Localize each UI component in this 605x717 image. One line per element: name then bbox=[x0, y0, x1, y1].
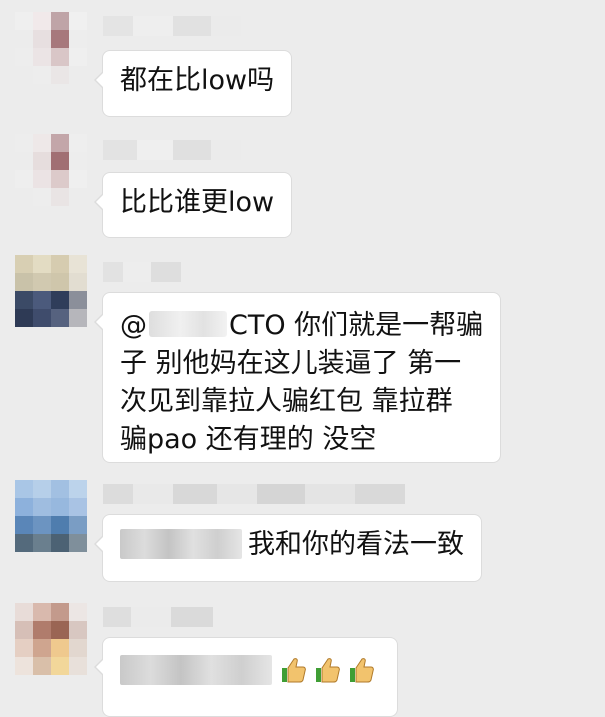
avatar[interactable] bbox=[15, 134, 87, 206]
message-line: 子 别他妈在这儿装逼了 第一 bbox=[120, 348, 462, 379]
avatar[interactable] bbox=[15, 12, 87, 84]
message-text: 都在比low吗 bbox=[120, 65, 275, 96]
sender-name bbox=[103, 16, 241, 36]
message-line: @ CTO 你们就是一帮骗 bbox=[120, 310, 484, 341]
sender-name bbox=[103, 484, 405, 504]
avatar[interactable] bbox=[15, 480, 87, 552]
thumbs-up-icon bbox=[316, 658, 340, 683]
message-bubble[interactable]: 比比谁更low bbox=[93, 172, 293, 238]
quoted-username bbox=[120, 655, 272, 685]
message-bubble[interactable]: 都在比low吗 bbox=[93, 50, 293, 117]
message-text: 比比谁更low bbox=[120, 187, 275, 218]
avatar[interactable] bbox=[15, 255, 87, 327]
message-line: 次见到靠拉人骗红包 靠拉群 bbox=[120, 386, 453, 417]
message-bubble[interactable]: 我和你的看法一致 bbox=[94, 514, 482, 582]
message-line: 骗pao 还有理的 没空 bbox=[120, 424, 377, 455]
message-bubble[interactable] bbox=[94, 637, 398, 717]
sender-name bbox=[103, 262, 181, 282]
thumbs-up-icon bbox=[282, 658, 306, 683]
message-text: 我和你的看法一致 bbox=[248, 529, 464, 560]
avatar[interactable] bbox=[15, 603, 87, 675]
thumbs-up-icon bbox=[350, 658, 374, 683]
sender-name bbox=[103, 607, 213, 627]
mention-username bbox=[149, 311, 227, 337]
quoted-username bbox=[120, 529, 242, 559]
sender-name bbox=[103, 140, 241, 160]
chat-transcript: 都在比low吗 比比谁更low @ CTO 你们就是一帮骗 子 别他妈在这儿装逼… bbox=[0, 0, 605, 717]
message-bubble[interactable]: @ CTO 你们就是一帮骗 子 别他妈在这儿装逼了 第一 次见到靠拉人骗红包 靠拉… bbox=[93, 292, 502, 463]
